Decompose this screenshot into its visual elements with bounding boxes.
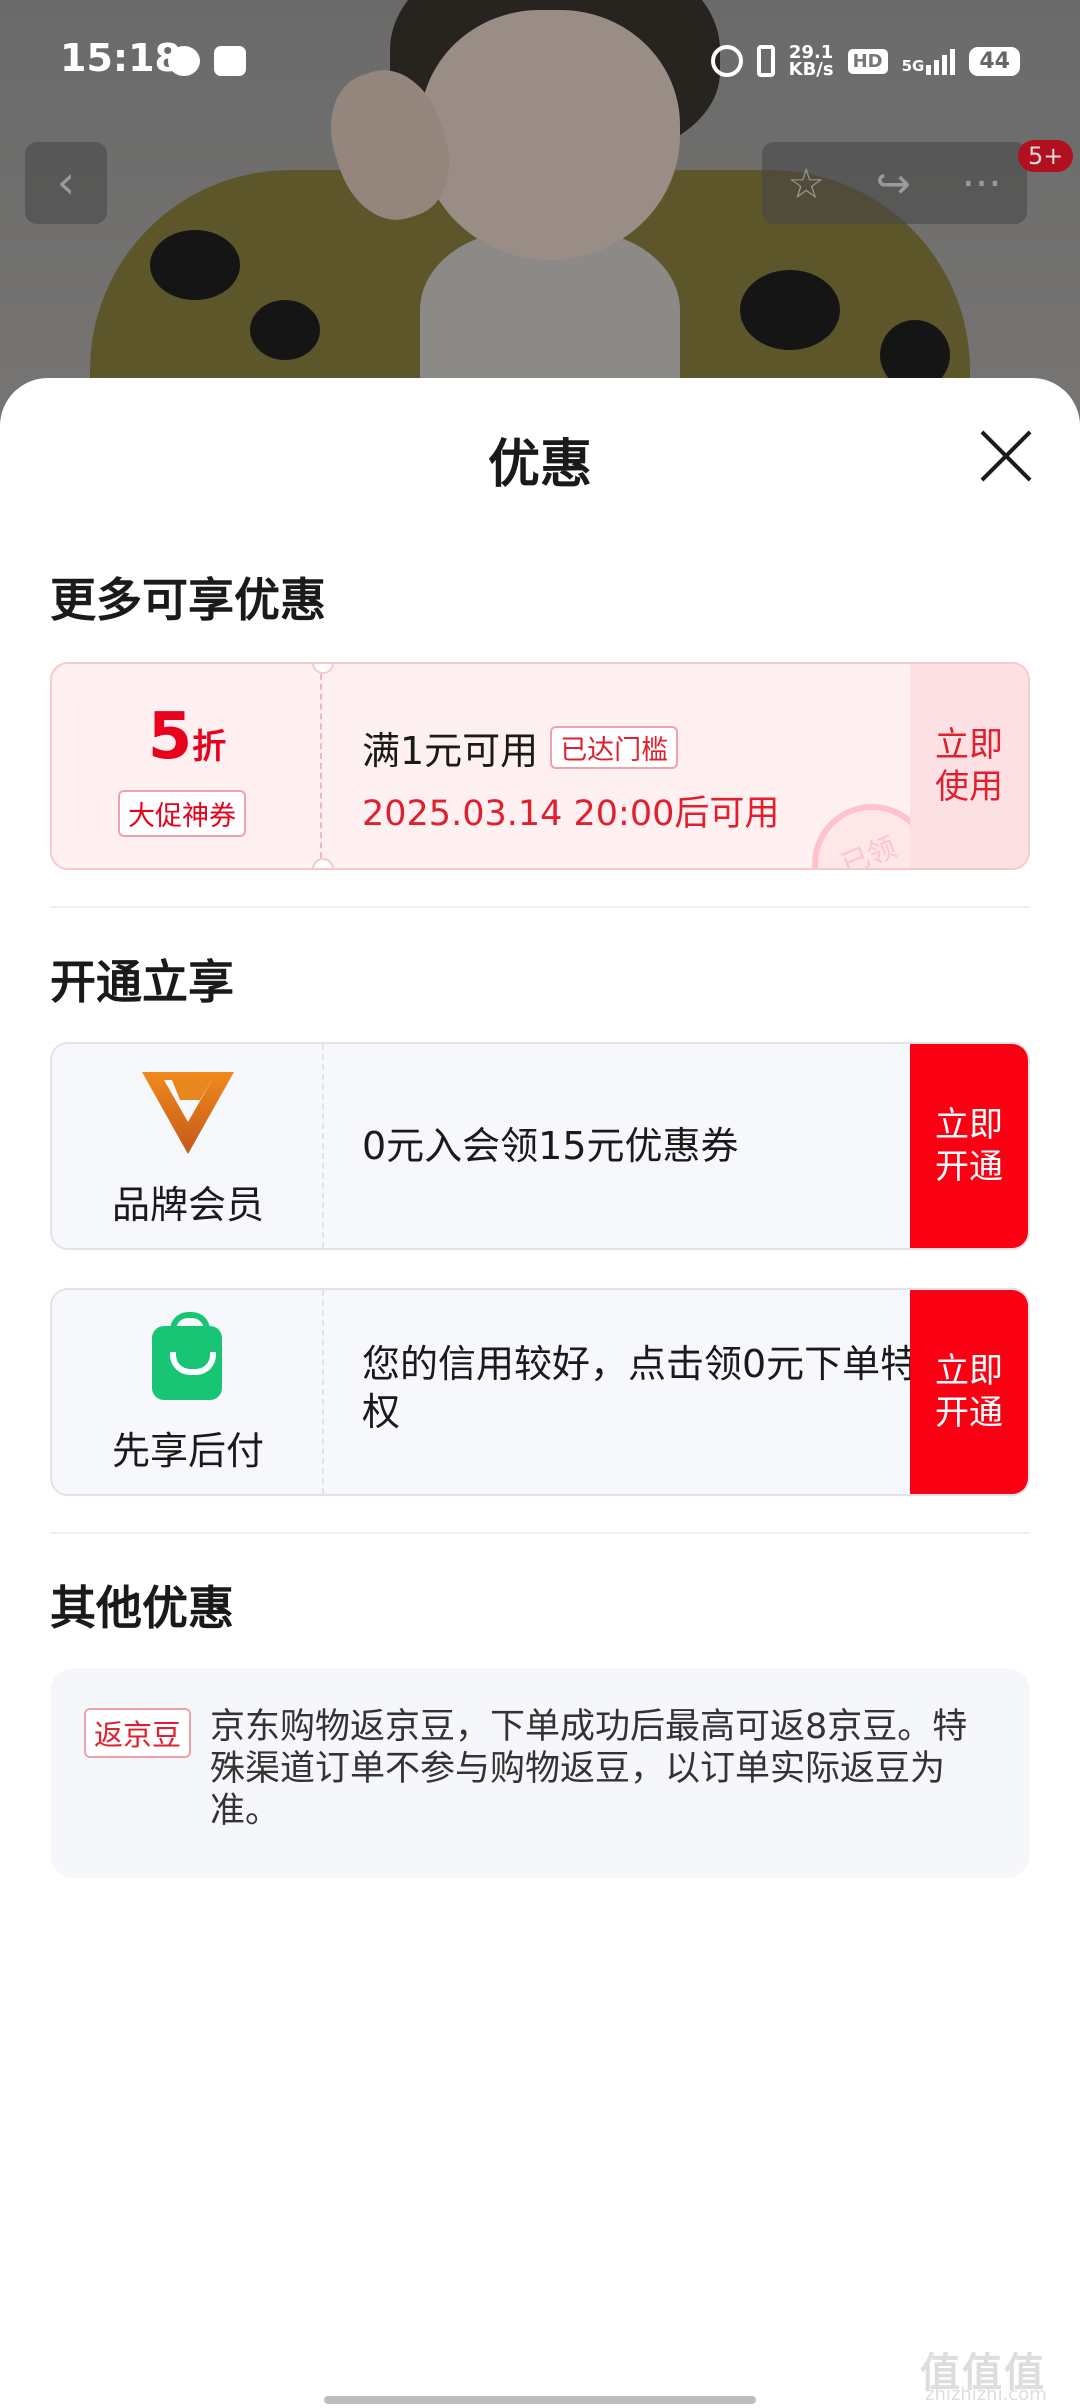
net-speed-unit: KB/s — [788, 59, 834, 80]
pay-later-card[interactable]: 先享后付 您的信用较好，点击领0元下单特权 立即开通 — [50, 1288, 1030, 1496]
close-icon[interactable] — [976, 426, 1036, 486]
share-icon[interactable]: ↪ — [876, 159, 911, 208]
status-bar: 15:18 29.1 KB/s HD 5G 44 — [0, 0, 1080, 120]
favorite-icon[interactable]: ☆ — [787, 159, 825, 208]
coupon-notch-bottom — [312, 858, 334, 868]
battery-icon: 44 — [969, 46, 1020, 76]
brand-member-desc: 0元入会领15元优惠券 — [362, 1124, 739, 1168]
pay-later-left: 先享后付 — [52, 1290, 324, 1494]
coupon-type-tag: 大促神券 — [118, 790, 246, 837]
coupon-left: 5折 大促神券 — [52, 664, 322, 868]
signal-indicator: 5G — [902, 47, 956, 75]
brand-member-name: 品牌会员 — [111, 1183, 264, 1227]
use-now-label: 立即使用 — [935, 725, 1003, 807]
section-title-open: 开通立享 — [50, 955, 234, 1009]
back-button[interactable]: ‹ — [25, 142, 107, 224]
beans-tag: 返京豆 — [84, 1708, 192, 1758]
brand-member-card[interactable]: 品牌会员 0元入会领15元优惠券 立即开通 — [50, 1042, 1030, 1250]
section-title-more: 更多可享优惠 — [50, 573, 326, 627]
brand-v-logo-icon — [142, 1072, 234, 1154]
discount-sheet: 优惠 更多可享优惠 5折 大促神券 满1元可用 已达门槛 2025.03.14 … — [0, 378, 1080, 2408]
app-notification-icon — [214, 46, 246, 76]
threshold-tag: 已达门槛 — [550, 726, 679, 769]
use-now-button[interactable]: 立即使用 — [910, 664, 1028, 868]
discount-unit: 折 — [192, 727, 227, 767]
coupon-discount: 5折 — [52, 700, 322, 774]
discount-value: 5 — [147, 700, 193, 774]
home-indicator[interactable] — [324, 2396, 756, 2404]
signal-icon — [926, 47, 956, 75]
more-icon[interactable]: ··· — [962, 159, 1002, 208]
divider — [50, 906, 1030, 908]
coupon-valid-time: 2025.03.14 20:00后可用 — [362, 794, 780, 834]
hd-badge: HD — [847, 48, 888, 74]
open-member-button[interactable]: 立即开通 — [910, 1044, 1028, 1248]
open-pay-later-label: 立即开通 — [935, 1351, 1003, 1433]
coupon-condition-row: 满1元可用 已达门槛 — [362, 720, 779, 775]
coupon-info: 满1元可用 已达门槛 2025.03.14 20:00后可用 — [362, 720, 779, 836]
net-speed: 29.1 KB/s — [788, 44, 834, 80]
divider — [50, 1532, 1030, 1534]
back-icon: ‹ — [56, 155, 76, 209]
status-time: 15:18 — [60, 36, 181, 80]
section-title-other: 其他优惠 — [50, 1581, 234, 1635]
status-right: 29.1 KB/s HD 5G 44 — [710, 44, 1020, 80]
coupon-card[interactable]: 5折 大促神券 满1元可用 已达门槛 2025.03.14 20:00后可用 已… — [50, 662, 1030, 870]
watermark-url: zhizhizhi.com — [925, 2384, 1047, 2405]
sheet-title: 优惠 — [487, 435, 592, 495]
vibrate-icon — [756, 45, 775, 77]
shopping-bag-icon — [152, 1312, 222, 1400]
brand-member-left: 品牌会员 — [52, 1044, 324, 1248]
pay-later-name: 先享后付 — [111, 1429, 264, 1473]
beans-text: 京东购物返京豆，下单成功后最高可返8京豆。特殊渠道订单不参与购物返豆，以订单实际… — [210, 1707, 968, 1831]
chat-notification-icon — [168, 46, 200, 76]
open-pay-later-button[interactable]: 立即开通 — [910, 1290, 1028, 1494]
network-type: 5G — [901, 57, 925, 75]
alarm-icon — [710, 45, 743, 77]
top-actions: ☆ ↪ ··· — [762, 142, 1027, 224]
message-badge: 5+ — [1018, 140, 1074, 172]
open-member-label: 立即开通 — [935, 1105, 1003, 1187]
coupon-condition: 满1元可用 — [362, 729, 539, 773]
pay-later-desc: 您的信用较好，点击领0元下单特权 — [362, 1342, 919, 1434]
beans-info-box: 返京豆 京东购物返京豆，下单成功后最高可返8京豆。特殊渠道订单不参与购物返豆，以… — [50, 1668, 1030, 1878]
